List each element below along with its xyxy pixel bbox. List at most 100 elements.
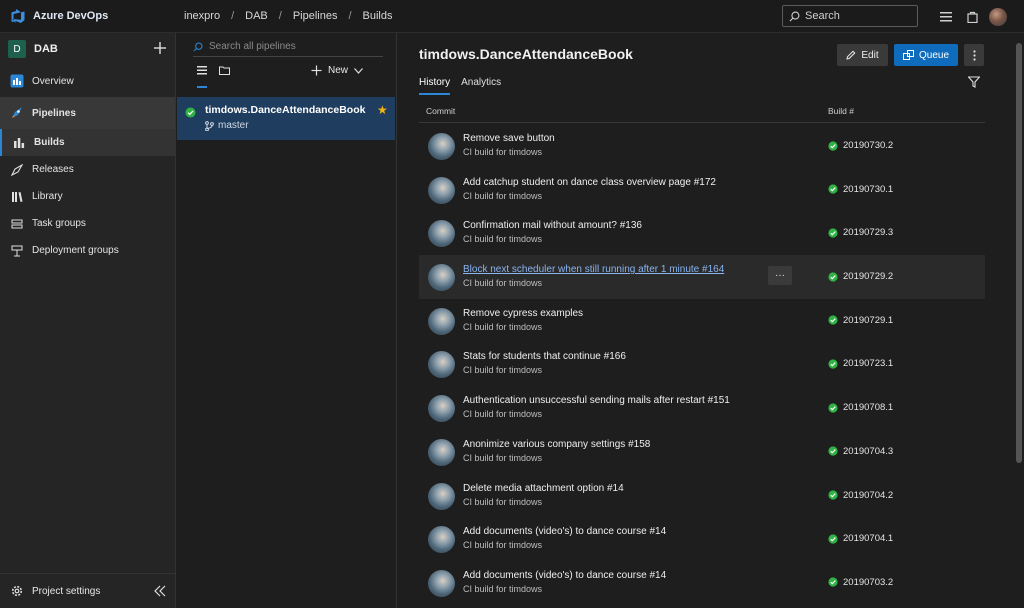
- nav-library[interactable]: Library: [0, 183, 175, 210]
- build-row[interactable]: Stats for students that continue #166 CI…: [419, 342, 985, 386]
- marketplace-bag-icon[interactable]: [962, 7, 982, 27]
- success-check-icon: [828, 446, 838, 456]
- page-scrollbar[interactable]: [1014, 33, 1024, 608]
- build-row[interactable]: Remove save button CI build for timdows …: [419, 124, 985, 168]
- success-check-icon: [828, 490, 838, 500]
- library-books-icon: [10, 190, 24, 204]
- build-number[interactable]: 20190729.2: [828, 271, 893, 282]
- nav-pipelines[interactable]: Pipelines: [0, 97, 175, 129]
- build-number[interactable]: 20190703.2: [828, 577, 893, 588]
- nav-task-groups[interactable]: Task groups: [0, 210, 175, 237]
- build-row[interactable]: Anonimize various company settings #158 …: [419, 430, 985, 474]
- project-header[interactable]: D DAB: [0, 33, 175, 65]
- nav-overview[interactable]: Overview: [0, 65, 175, 97]
- favorite-star-icon[interactable]: ★: [377, 103, 388, 117]
- build-reason: CI build for timdows: [463, 409, 543, 420]
- collapse-nav-icon[interactable]: [154, 585, 166, 597]
- filter-icon[interactable]: [968, 76, 980, 88]
- build-number[interactable]: 20190729.1: [828, 315, 893, 326]
- main-pane: timdows.DanceAttendanceBook Edit Queue H…: [397, 33, 1012, 608]
- notifications-list-icon[interactable]: [936, 7, 956, 27]
- user-avatar[interactable]: [988, 7, 1008, 27]
- tab-history[interactable]: History: [419, 77, 451, 95]
- build-row[interactable]: Remove cypress examples CI build for tim…: [419, 299, 985, 343]
- brand[interactable]: Azure DevOps: [0, 8, 176, 24]
- build-number[interactable]: 20190723.1: [828, 358, 893, 369]
- column-header-build: Build #: [828, 106, 854, 116]
- scrollbar-thumb[interactable]: [1016, 43, 1022, 463]
- pipeline-search-input[interactable]: Search all pipelines: [193, 37, 383, 57]
- build-number[interactable]: 20190704.3: [828, 446, 893, 457]
- nav-project-settings[interactable]: Project settings: [0, 573, 176, 608]
- build-row[interactable]: Add documents (video's) to dance course …: [419, 561, 985, 605]
- build-number[interactable]: 20190729.3: [828, 227, 893, 238]
- add-icon[interactable]: [152, 40, 168, 56]
- commit-title[interactable]: Remove cypress examples: [463, 308, 583, 319]
- author-avatar: [428, 438, 455, 466]
- more-actions-button[interactable]: [964, 44, 984, 66]
- project-badge: D: [8, 40, 26, 58]
- commit-title[interactable]: Stats for students that continue #166: [463, 351, 626, 362]
- pipeline-item-selected[interactable]: timdows.DanceAttendanceBook master ★: [177, 97, 395, 140]
- success-check-icon: [828, 534, 838, 544]
- build-number-label: 20190704.3: [843, 445, 894, 457]
- author-avatar: [428, 351, 455, 379]
- commit-title[interactable]: Anonimize various company settings #158: [463, 439, 650, 450]
- commit-title[interactable]: Add documents (video's) to dance course …: [463, 526, 666, 537]
- nav-deployment-groups-label: Deployment groups: [32, 245, 119, 256]
- commit-title[interactable]: Delete media attachment option #14: [463, 483, 624, 494]
- commit-title[interactable]: Confirmation mail without amount? #136: [463, 220, 642, 231]
- breadcrumb-pipelines[interactable]: Pipelines: [293, 10, 338, 22]
- commit-title[interactable]: Add documents (video's) to dance course …: [463, 570, 666, 581]
- folder-view-icon[interactable]: [219, 66, 230, 75]
- nav-deployment-groups[interactable]: Deployment groups: [0, 237, 175, 264]
- build-number-label: 20190723.1: [843, 358, 894, 370]
- build-row[interactable]: Delete media attachment option #14 CI bu…: [419, 474, 985, 518]
- search-icon: [193, 41, 203, 52]
- edit-button[interactable]: Edit: [837, 44, 888, 66]
- build-reason: CI build for timdows: [463, 365, 543, 376]
- build-number-label: 20190730.1: [843, 183, 894, 195]
- build-number[interactable]: 20190730.1: [828, 184, 893, 195]
- queue-button[interactable]: Queue: [894, 44, 958, 66]
- pipeline-search-placeholder: Search all pipelines: [209, 41, 296, 52]
- nav-builds-label: Builds: [34, 137, 65, 148]
- build-number-label: 20190703.2: [843, 576, 894, 588]
- build-number[interactable]: 20190730.2: [828, 140, 893, 151]
- build-row[interactable]: Add catchup student on dance class overv…: [419, 168, 985, 212]
- build-number[interactable]: 20190704.2: [828, 490, 893, 501]
- breadcrumb-separator: /: [348, 10, 352, 22]
- search-label: Search: [805, 10, 840, 22]
- new-button-label: New: [328, 65, 349, 76]
- breadcrumb-project[interactable]: DAB: [245, 10, 268, 22]
- build-number-label: 20190730.2: [843, 140, 894, 151]
- build-history-list: Remove save button CI build for timdows …: [419, 124, 985, 605]
- nav-builds[interactable]: Builds: [0, 129, 175, 156]
- list-view-icon[interactable]: [197, 66, 207, 75]
- breadcrumb-builds[interactable]: Builds: [363, 10, 393, 22]
- success-check-icon: [828, 359, 838, 369]
- breadcrumb-org[interactable]: inexpro: [184, 10, 220, 22]
- commit-title[interactable]: Remove save button: [463, 133, 555, 144]
- deployment-groups-icon: [10, 244, 24, 258]
- build-number-label: 20190708.1: [843, 402, 894, 414]
- nav-releases[interactable]: Releases: [0, 156, 175, 183]
- build-row[interactable]: Authentication unsuccessful sending mail…: [419, 386, 985, 430]
- list-toolbar: New: [177, 59, 397, 89]
- build-row[interactable]: Add documents (video's) to dance course …: [419, 517, 985, 561]
- commit-title[interactable]: Authentication unsuccessful sending mail…: [463, 395, 730, 406]
- pipeline-branch: master: [205, 120, 249, 131]
- build-number[interactable]: 20190708.1: [828, 402, 893, 413]
- brand-name: Azure DevOps: [33, 10, 109, 22]
- commit-title-link[interactable]: Block next scheduler when still running …: [463, 264, 724, 275]
- row-more-button[interactable]: ···: [768, 266, 792, 286]
- author-avatar: [428, 526, 455, 554]
- tab-analytics[interactable]: Analytics: [461, 77, 501, 95]
- queue-button-label: Queue: [918, 49, 950, 61]
- build-number[interactable]: 20190704.1: [828, 533, 893, 544]
- build-row-hovered[interactable]: Block next scheduler when still running …: [419, 255, 985, 299]
- top-search-input[interactable]: Search: [782, 5, 918, 27]
- build-row[interactable]: Confirmation mail without amount? #136 C…: [419, 211, 985, 255]
- new-pipeline-button[interactable]: New: [311, 65, 363, 76]
- commit-title[interactable]: Add catchup student on dance class overv…: [463, 177, 716, 188]
